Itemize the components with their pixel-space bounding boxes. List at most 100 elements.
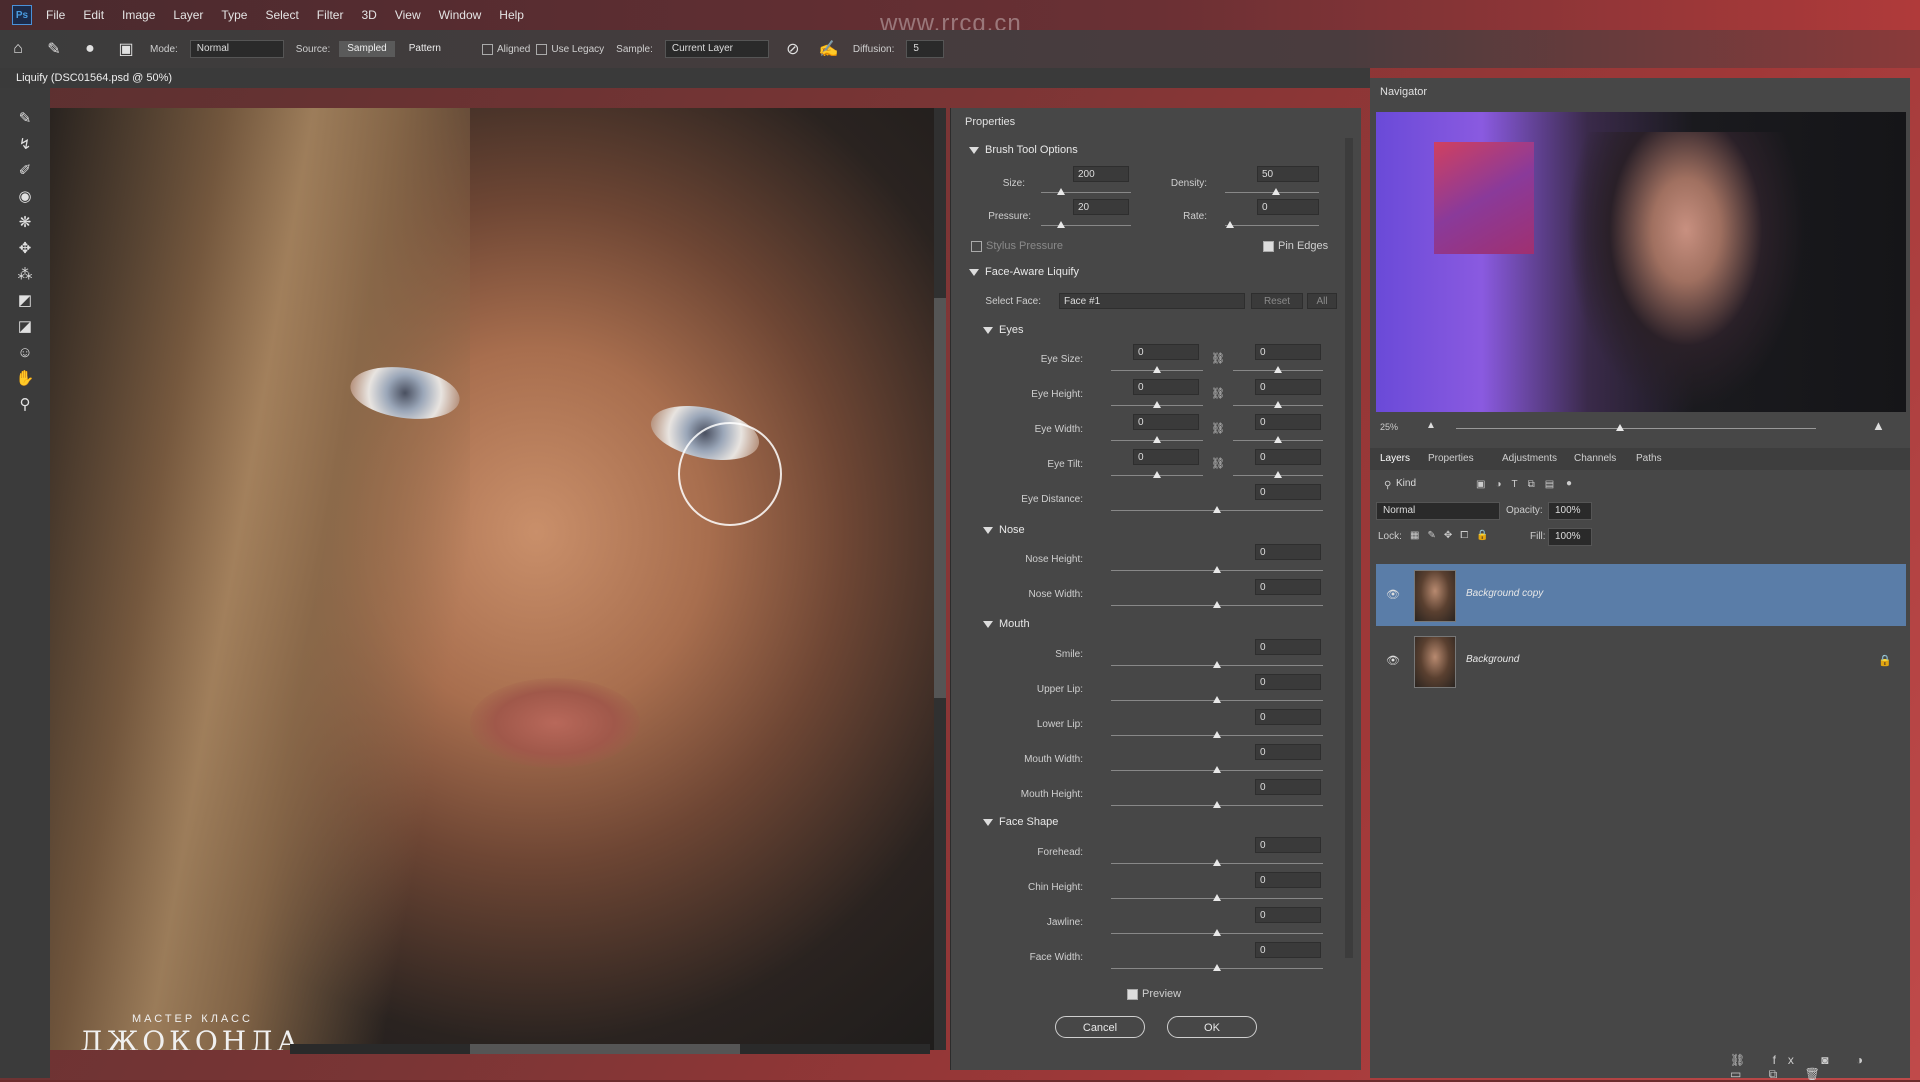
menu-view[interactable]: View [395,8,421,22]
link-icon[interactable]: ⛓ [1211,422,1225,435]
menu-file[interactable]: File [46,8,65,22]
filter-toggle-icon[interactable]: ● [1566,478,1572,489]
eye-size-right-field[interactable]: 0 [1255,344,1321,360]
size-field[interactable]: 200 [1073,166,1129,182]
face-shape-header[interactable]: Face Shape [983,816,1058,828]
stylus-pressure-row[interactable]: Stylus Pressure [971,240,1063,252]
pucker-tool-icon[interactable]: ❋ [11,212,39,234]
brush-tool-options-header[interactable]: Brush Tool Options [969,144,1078,156]
blend-mode-select[interactable]: Normal [1376,502,1500,520]
chin-height-knob[interactable] [1213,894,1221,901]
upper-lip-knob[interactable] [1213,696,1221,703]
jawline-field[interactable]: 0 [1255,907,1321,923]
home-icon[interactable]: ⌂ [8,39,28,59]
eraser-tool-icon[interactable]: ✎ [44,39,64,59]
forehead-knob[interactable] [1213,859,1221,866]
mouth-width-knob[interactable] [1213,766,1221,773]
menu-type[interactable]: Type [221,8,247,22]
lower-lip-field[interactable]: 0 [1255,709,1321,725]
forward-warp-tool-icon[interactable]: ✎ [11,108,39,130]
mouth-header[interactable]: Mouth [983,618,1030,630]
pressure-slider[interactable] [1041,225,1131,226]
menu-layer[interactable]: Layer [173,8,203,22]
nose-height-knob[interactable] [1213,566,1221,573]
mode-select[interactable]: Normal [189,40,284,58]
aligned-checkbox[interactable] [481,43,493,55]
select-face-dropdown[interactable]: Face #1 [1059,293,1245,309]
reconstruct-tool-icon[interactable]: ↯ [11,134,39,156]
all-button[interactable]: All [1307,293,1337,309]
navigator-preview[interactable] [1376,112,1906,412]
tab-properties[interactable]: Properties [1428,453,1474,464]
face-width-knob[interactable] [1213,964,1221,971]
menu-filter[interactable]: Filter [317,8,344,22]
eye-size-left-knob[interactable] [1153,366,1161,373]
rate-field[interactable]: 0 [1257,199,1319,215]
use-legacy-checkbox[interactable] [536,43,548,55]
link-icon[interactable]: ⛓ [1211,387,1225,400]
push-left-tool-icon[interactable]: ⁂ [11,264,39,286]
menu-window[interactable]: Window [439,8,482,22]
layer-name[interactable]: Background copy [1466,588,1543,599]
tab-adjustments[interactable]: Adjustments [1502,453,1557,464]
forehead-field[interactable]: 0 [1255,837,1321,853]
visibility-eye-icon[interactable]: 👁 [1386,588,1400,601]
zoom-out-icon[interactable]: ▲ [1426,420,1436,431]
eye-tilt-left-field[interactable]: 0 [1133,449,1199,465]
density-slider-knob[interactable] [1272,188,1280,195]
eye-size-left-field[interactable]: 0 [1133,344,1199,360]
pattern-button[interactable]: Pattern [401,41,449,57]
ok-button[interactable]: OK [1167,1016,1257,1038]
face-tool-icon[interactable]: ☺ [11,342,39,364]
menu-select[interactable]: Select [265,8,298,22]
eye-width-right-knob[interactable] [1274,436,1282,443]
size-slider-knob[interactable] [1057,188,1065,195]
filter-icons[interactable]: ▣◑T⧉▤ [1476,479,1564,490]
link-icon[interactable]: ⛓ [1211,352,1225,365]
kind-filter[interactable]: Kind [1390,476,1454,492]
layer-row-selected[interactable]: 👁 Background copy [1376,564,1906,626]
zoom-slider-knob[interactable] [1616,424,1624,431]
eye-distance-knob[interactable] [1213,506,1221,513]
eye-width-right-field[interactable]: 0 [1255,414,1321,430]
eye-height-left-field[interactable]: 0 [1133,379,1199,395]
eye-height-left-knob[interactable] [1153,401,1161,408]
pressure-icon[interactable]: ✍ [819,39,839,59]
zoom-in-icon[interactable]: ▲ [1872,418,1885,433]
sample-select[interactable]: Current Layer [664,40,769,58]
properties-scrollbar[interactable] [1345,138,1353,958]
link-icon[interactable]: ⛓ [1211,457,1225,470]
chin-height-field[interactable]: 0 [1255,872,1321,888]
image-canvas[interactable]: МАСТЕР КЛАСС ДЖОКОНДА [50,108,934,1050]
opacity-field[interactable]: 100% [1548,502,1592,520]
face-aware-header[interactable]: Face-Aware Liquify [969,266,1079,278]
layers-bottom-toolbar[interactable]: ⛓ fx ◙ ◑ ▭ ⧉ 🗑 [1730,1053,1910,1082]
freeze-mask-tool-icon[interactable]: ◩ [11,290,39,312]
brush-preset-icon[interactable]: ● [80,39,100,59]
nose-height-field[interactable]: 0 [1255,544,1321,560]
menu-image[interactable]: Image [122,8,155,22]
menu-help[interactable]: Help [499,8,524,22]
rate-slider-knob[interactable] [1226,221,1234,228]
smooth-tool-icon[interactable]: ✐ [11,160,39,182]
zoom-tool-icon[interactable]: ⚲ [11,394,39,416]
smile-knob[interactable] [1213,661,1221,668]
lock-icons[interactable]: ▦✎✥⧠🔒 [1410,530,1497,541]
eye-tilt-left-knob[interactable] [1153,471,1161,478]
cancel-button[interactable]: Cancel [1055,1016,1145,1038]
face-width-field[interactable]: 0 [1255,942,1321,958]
lower-lip-knob[interactable] [1213,731,1221,738]
thaw-mask-tool-icon[interactable]: ◪ [11,316,39,338]
menu-edit[interactable]: Edit [83,8,104,22]
pin-edges-row[interactable]: Pin Edges [1263,240,1328,252]
twirl-tool-icon[interactable]: ◉ [11,186,39,208]
rate-slider[interactable] [1225,225,1319,226]
eye-tilt-right-field[interactable]: 0 [1255,449,1321,465]
eye-distance-field[interactable]: 0 [1255,484,1321,500]
nose-width-field[interactable]: 0 [1255,579,1321,595]
horizontal-scroll-thumb[interactable] [470,1044,740,1054]
mouth-height-field[interactable]: 0 [1255,779,1321,795]
upper-lip-field[interactable]: 0 [1255,674,1321,690]
fill-field[interactable]: 100% [1548,528,1592,546]
layer-row[interactable]: 👁 Background 🔒 [1376,630,1906,692]
